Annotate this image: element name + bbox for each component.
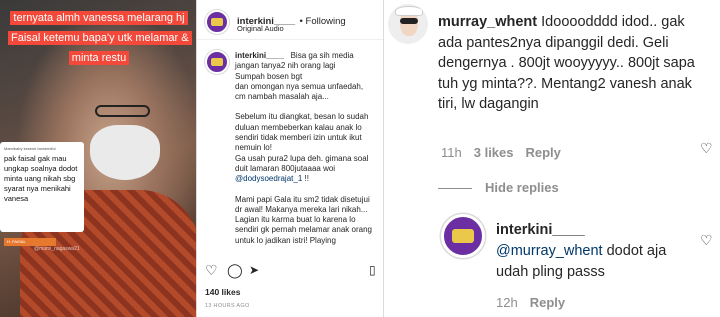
reply-username[interactable]: interkini____ xyxy=(496,222,585,238)
video-caption: ternyata almh vanessa melarang hj Faisal… xyxy=(8,8,192,68)
likes-count[interactable]: 140 likes xyxy=(205,287,240,297)
comment-like-heart-icon[interactable]: ♡ xyxy=(700,140,713,157)
post-avatar[interactable] xyxy=(205,10,229,34)
following-label[interactable]: • Following xyxy=(300,16,346,27)
reply-avatar[interactable] xyxy=(441,214,485,258)
hide-replies-button[interactable]: Hide replies xyxy=(485,180,559,195)
hide-replies-line xyxy=(438,188,472,189)
video-card-text: pak faisal gak mau ungkap soalnya dodot … xyxy=(4,154,78,203)
reply-reply-button[interactable]: Reply xyxy=(530,295,565,310)
video-frame[interactable]: ternyata almh vanessa melarang hj Faisal… xyxy=(0,0,196,317)
share-icon[interactable]: ➤ xyxy=(249,262,259,278)
like-heart-icon[interactable]: ♡ xyxy=(205,262,218,278)
reply-time: 12h xyxy=(496,295,518,310)
avatar-hat xyxy=(395,6,423,16)
reply-meta: 12h Reply xyxy=(496,295,565,310)
comment-body: murray_whent Idoooodddd idod.. gak ada p… xyxy=(438,12,708,115)
post-header: interkini____ • Following Original Audio xyxy=(203,8,379,36)
video-caption-text: ternyata almh vanessa melarang hj Faisal… xyxy=(8,11,192,65)
post-caption: interkini____ Bisa ga sih media jangan t… xyxy=(235,51,373,256)
reply-mention[interactable]: @murray_whent xyxy=(496,243,603,259)
caption-mention[interactable]: @dodysoedrajat_1 xyxy=(235,174,302,183)
post-timestamp: 13 HOURS AGO xyxy=(205,303,250,309)
video-text-card: Mamibaby kesemi tansemifol pak faisal ga… xyxy=(0,142,84,232)
reply-like-heart-icon[interactable]: ♡ xyxy=(700,232,713,249)
avatar-sunglasses xyxy=(400,18,418,24)
video-card-small-text: Mamibaby kesemi tansemifol xyxy=(4,146,56,151)
instagram-post: interkini____ • Following Original Audio… xyxy=(197,0,383,317)
caption-avatar[interactable] xyxy=(205,50,229,74)
original-audio-link[interactable]: Original Audio xyxy=(237,24,284,33)
video-name-tag: H. FAISAL xyxy=(4,238,56,246)
comment-reply-button[interactable]: Reply xyxy=(526,145,561,160)
comment-likes[interactable]: 3 likes xyxy=(474,145,514,160)
comment-icon[interactable]: ◯ xyxy=(227,262,243,278)
post-header-divider xyxy=(197,39,383,40)
caption-paragraph-2: Sebelum itu diangkat, besan lo sudah dul… xyxy=(235,112,369,173)
reply-body: interkini____ @murray_whent dodot aja ud… xyxy=(496,220,696,283)
comments-panel: murray_whent Idoooodddd idod.. gak ada p… xyxy=(384,0,720,317)
commenter-avatar[interactable] xyxy=(388,4,428,44)
post-actions: ♡ ◯ ➤ ▯ xyxy=(205,262,381,280)
video-person-mask xyxy=(90,125,160,180)
caption-exclaim: !! xyxy=(302,174,309,184)
comment-meta: 11h 3 likes Reply xyxy=(441,145,561,160)
video-person-glasses xyxy=(95,105,150,117)
caption-paragraph-3: Mami papi Gala itu sm2 tidak disetujui d… xyxy=(235,194,372,245)
commenter-username[interactable]: murray_whent xyxy=(438,14,537,30)
video-watermark: @mami_nagaswa21 xyxy=(34,246,80,252)
caption-username[interactable]: interkini____ xyxy=(235,51,284,60)
bookmark-icon[interactable]: ▯ xyxy=(369,262,376,278)
comment-time: 11h xyxy=(441,145,462,160)
